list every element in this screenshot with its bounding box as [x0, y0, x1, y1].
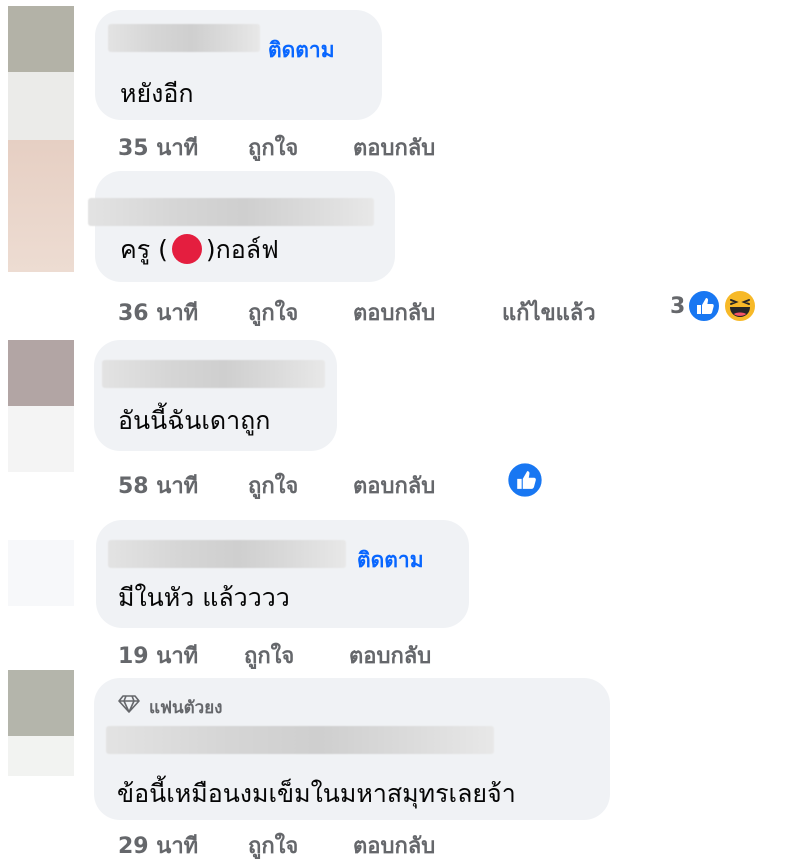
- comment-4: ติดตาม มีในหัว แล้วววว 19 นาที ถูกใจ ตอบ…: [0, 520, 800, 670]
- comment-text: ครู ( )กอล์ฟ: [120, 230, 279, 270]
- avatar[interactable]: [8, 140, 74, 272]
- comment-text-start: ครู (: [120, 235, 168, 264]
- like-button[interactable]: ถูกใจ: [248, 295, 298, 330]
- reply-button[interactable]: ตอบกลับ: [349, 638, 431, 673]
- author-name-blurred[interactable]: [102, 360, 325, 388]
- avatar[interactable]: [8, 540, 74, 606]
- comment-text: มีในหัว แล้วววว: [118, 583, 290, 612]
- reply-button[interactable]: ตอบกลับ: [353, 295, 435, 330]
- avatar-shadow: [8, 736, 74, 776]
- top-fan-badge[interactable]: แฟนตัวยง: [149, 694, 222, 721]
- like-button[interactable]: ถูกใจ: [244, 638, 294, 673]
- author-name-blurred[interactable]: [108, 24, 260, 52]
- comment-text: หยังอีก: [120, 79, 194, 108]
- comment-text: ข้อนี้เหมือนงมเข็มในมหาสมุทรเลยจ้า: [117, 779, 516, 808]
- follow-button[interactable]: ติดตาม: [268, 34, 335, 67]
- comment-5: แฟนตัวยง ข้อนี้เหมือนงมเข็มในมหาสมุทรเลย…: [0, 670, 800, 863]
- like-icon: [687, 289, 721, 323]
- avatar[interactable]: [8, 670, 74, 776]
- haha-icon: [723, 289, 757, 323]
- reply-button[interactable]: ตอบกลับ: [353, 468, 435, 503]
- reaction-count: 3: [670, 294, 686, 319]
- avatar[interactable]: [8, 6, 74, 142]
- comment-text-end: )กอล์ฟ: [205, 235, 279, 264]
- comment-bubble: ครู ( )กอล์ฟ: [88, 171, 395, 282]
- avatar-shadow: [8, 72, 74, 142]
- heart-emoji: [171, 234, 202, 264]
- comment-2: ครู ( )กอล์ฟ 36 นาที ถูกใจ ตอบกลับ แก้ไขแ…: [0, 140, 800, 340]
- timestamp[interactable]: 58 นาที: [118, 468, 198, 503]
- author-name-blurred[interactable]: [106, 726, 494, 754]
- timestamp[interactable]: 29 นาที: [118, 828, 198, 863]
- like-button[interactable]: ถูกใจ: [248, 468, 298, 503]
- comment-bubble: แฟนตัวยง ข้อนี้เหมือนงมเข็มในมหาสมุทรเลย…: [94, 678, 610, 820]
- reply-button[interactable]: ตอบกลับ: [353, 828, 435, 863]
- comment-bubble: ติดตาม มีในหัว แล้วววว: [96, 520, 469, 628]
- diamond-icon: [118, 695, 140, 713]
- avatar[interactable]: [8, 340, 74, 472]
- comment-text: อันนี้ฉันเดาถูก: [118, 406, 271, 435]
- comment-bubble: อันนี้ฉันเดาถูก: [94, 340, 337, 451]
- like-button[interactable]: ถูกใจ: [248, 828, 298, 863]
- comment-3: อันนี้ฉันเดาถูก 58 นาที ถูกใจ ตอบกลับ: [0, 340, 800, 520]
- author-name-blurred[interactable]: [108, 540, 346, 568]
- like-icon[interactable]: [505, 460, 545, 500]
- follow-button[interactable]: ติดตาม: [357, 544, 424, 577]
- edited-label[interactable]: แก้ไขแล้ว: [502, 295, 596, 330]
- timestamp[interactable]: 19 นาที: [118, 638, 198, 673]
- author-name-blurred[interactable]: [88, 198, 374, 226]
- comment-bubble: ติดตาม หยังอีก: [95, 10, 382, 120]
- avatar-shadow: [8, 406, 74, 472]
- timestamp[interactable]: 36 นาที: [118, 295, 198, 330]
